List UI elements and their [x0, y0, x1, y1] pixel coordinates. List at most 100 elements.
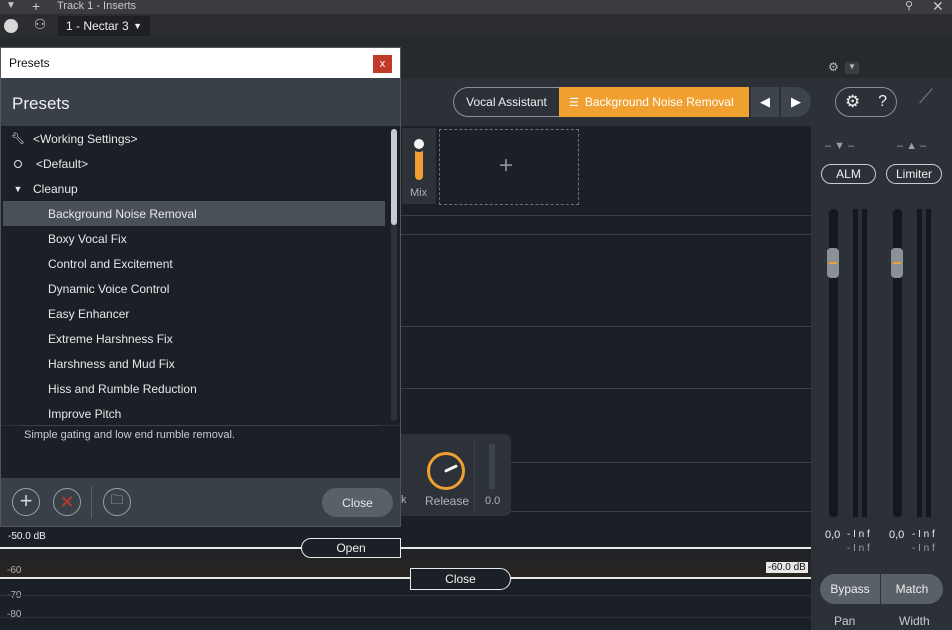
- pin-icon[interactable]: ⚲: [905, 0, 913, 12]
- add-folder-button[interactable]: 🗀: [103, 488, 131, 516]
- preset-description-area: Simple gating and low end rumble removal…: [1, 426, 400, 478]
- list-item-harshness-and-mud-fix[interactable]: Harshness and Mud Fix: [3, 351, 385, 376]
- match-label: Match: [895, 582, 929, 596]
- dialog-close-icon[interactable]: x: [373, 55, 392, 73]
- limiter-button[interactable]: Limiter: [886, 164, 942, 184]
- delete-x-icon: ✕: [59, 491, 75, 512]
- vocal-assistant-label: Vocal Assistant: [466, 95, 547, 109]
- gate-graph: -50.0 dB Open Close -60.0 dB -60 -70 -80: [0, 527, 811, 630]
- limiter-meter-left: [916, 208, 923, 518]
- preset-name-label: Background Noise Removal: [584, 95, 734, 109]
- output-panel: – ▼ – – ▲ – ALM Limiter 0,0 - I n f - I …: [811, 126, 952, 630]
- limiter-meter-right: [925, 208, 932, 518]
- open-threshold-line[interactable]: [0, 547, 811, 549]
- limiter-rms-value: - I n f: [912, 543, 935, 554]
- plugin-selector-label: 1 - Nectar 3: [66, 19, 129, 33]
- dialog-title-bar: Presets x: [1, 48, 400, 78]
- list-scrollbar-thumb[interactable]: [391, 129, 397, 225]
- close-threshold-line[interactable]: [0, 577, 811, 579]
- chevron-down-icon: ▼: [133, 21, 142, 31]
- dialog-title: Presets: [9, 56, 50, 70]
- add-preset-button[interactable]: +: [12, 488, 40, 516]
- list-item-label: Improve Pitch: [48, 406, 122, 421]
- previous-preset-button[interactable]: ◀: [751, 87, 779, 117]
- preset-description: Simple gating and low end rumble removal…: [24, 429, 235, 441]
- list-scrollbar[interactable]: [391, 129, 397, 421]
- threshold-right-label: -60.0 dB: [766, 562, 808, 573]
- close-label: Close: [342, 495, 373, 510]
- list-item-working-settings[interactable]: 🔧︎ <Working Settings>: [3, 126, 385, 151]
- alm-peak-value: - I n f: [847, 529, 870, 540]
- pan-label: Pan: [834, 614, 856, 628]
- delete-preset-button[interactable]: ✕: [53, 488, 81, 516]
- routing-icon[interactable]: ⚇: [30, 16, 50, 36]
- list-item-control-and-excitement[interactable]: Control and Excitement: [3, 251, 385, 276]
- bypass-label: Bypass: [830, 582, 870, 596]
- limiter-expand-icon[interactable]: – ▲ –: [897, 140, 926, 152]
- close-x-label: x: [379, 58, 386, 70]
- help-button[interactable]: ?: [878, 93, 887, 111]
- close-handle-label: Close: [445, 572, 476, 586]
- plugin-toolbar: Vocal Assistant ☰ Background Noise Remov…: [401, 78, 952, 126]
- preset-list: 🔧︎ <Working Settings> <Default> ▼ Cleanu…: [1, 126, 400, 425]
- list-item-label: Hiss and Rumble Reduction: [48, 381, 197, 396]
- list-item-background-noise-removal[interactable]: Background Noise Removal: [3, 201, 385, 226]
- folder-plus-icon: 🗀: [110, 492, 124, 507]
- preset-name-button[interactable]: ☰ Background Noise Removal: [559, 87, 749, 117]
- wrench-icon: 🔧︎: [11, 133, 25, 145]
- list-item-label: Background Noise Removal: [48, 206, 197, 221]
- alm-gain-slider-handle[interactable]: [827, 248, 839, 278]
- host-plugin-bar: ⚇ 1 - Nectar 3 ▼: [0, 14, 952, 38]
- list-item-hiss-and-rumble-reduction[interactable]: Hiss and Rumble Reduction: [3, 376, 385, 401]
- list-item-dynamic-voice-control[interactable]: Dynamic Voice Control: [3, 276, 385, 301]
- gate-value: 0.0: [485, 495, 501, 507]
- close-window-icon[interactable]: ✕: [932, 0, 944, 15]
- list-item-label: Extreme Harshness Fix: [48, 331, 173, 346]
- dialog-footer: + ✕ 🗀 Close: [1, 478, 400, 526]
- attack-label-partial: k: [401, 494, 407, 506]
- limiter-gain-slider-handle[interactable]: [891, 248, 903, 278]
- alm-collapse-icon[interactable]: – ▼ –: [825, 140, 854, 152]
- next-preset-button[interactable]: ▶: [781, 87, 811, 117]
- mix-slider-handle[interactable]: [411, 136, 427, 152]
- list-icon: ☰: [569, 96, 579, 109]
- gear-small-icon[interactable]: ⚙: [828, 60, 839, 74]
- list-item-improve-pitch[interactable]: Improve Pitch: [3, 401, 385, 425]
- list-item-label: Harshness and Mud Fix: [48, 356, 175, 371]
- tick-label: -80: [7, 609, 22, 620]
- list-item-boxy-vocal-fix[interactable]: Boxy Vocal Fix: [3, 226, 385, 251]
- plugin-selector[interactable]: 1 - Nectar 3 ▼: [58, 16, 150, 36]
- chevron-down-icon[interactable]: ▼: [845, 62, 859, 74]
- power-icon[interactable]: [4, 19, 18, 33]
- list-item-extreme-harshness-fix[interactable]: Extreme Harshness Fix: [3, 326, 385, 351]
- presets-header: Presets: [1, 78, 400, 126]
- gear-icon[interactable]: ⚙: [845, 92, 860, 112]
- alm-button[interactable]: ALM: [821, 164, 876, 184]
- bypass-button[interactable]: Bypass: [820, 574, 880, 604]
- dialog-close-button[interactable]: Close: [322, 488, 393, 517]
- list-item-easy-enhancer[interactable]: Easy Enhancer: [3, 301, 385, 326]
- triangle-down-icon: ▼: [13, 183, 23, 194]
- list-item-label: Dynamic Voice Control: [48, 281, 170, 296]
- open-handle[interactable]: Open: [301, 538, 401, 558]
- list-item-default[interactable]: <Default>: [3, 151, 385, 176]
- alm-rms-value: - I n f: [847, 543, 870, 554]
- close-handle[interactable]: Close: [410, 568, 511, 590]
- list-item-cleanup-folder[interactable]: ▼ Cleanup: [3, 176, 385, 201]
- list-item-label: Cleanup: [33, 181, 78, 196]
- match-button[interactable]: Match: [881, 574, 943, 604]
- limiter-peak-value: - I n f: [912, 529, 935, 540]
- izotope-logo-icon: ⟋: [919, 86, 933, 108]
- presets-heading: Presets: [12, 94, 70, 113]
- add-icon[interactable]: +: [32, 0, 40, 14]
- vocal-assistant-button[interactable]: Vocal Assistant: [453, 87, 559, 117]
- chevron-down-icon[interactable]: ▼: [6, 0, 16, 11]
- release-label: Release: [425, 494, 470, 508]
- settings-help-group: ⚙ ?: [835, 87, 897, 117]
- release-knob[interactable]: [427, 452, 465, 490]
- list-item-label: <Working Settings>: [33, 131, 138, 146]
- open-label: Open: [336, 541, 366, 555]
- add-module-slot[interactable]: +: [439, 129, 579, 205]
- list-item-label: Easy Enhancer: [48, 306, 130, 321]
- alm-meter-right: [861, 208, 868, 518]
